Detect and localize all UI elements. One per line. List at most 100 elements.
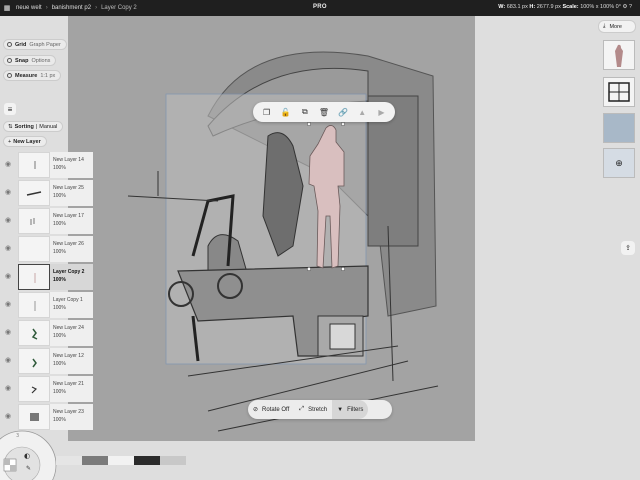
scale-label: Scale:	[562, 4, 579, 10]
more-label: More	[609, 23, 622, 30]
grid-toggle[interactable]: Grid Graph Paper	[3, 39, 67, 50]
flip-vertical-icon[interactable]: ▲	[355, 108, 369, 117]
layer-thumbnail[interactable]	[18, 180, 50, 206]
grid-icon[interactable]: ▦	[0, 0, 14, 16]
stretch-icon: ⤢	[299, 406, 305, 412]
sorting-toggle[interactable]: ⇅ Sorting | Manual	[3, 121, 63, 132]
add-reference-button[interactable]: ⊕	[603, 148, 635, 178]
brush-wheel-icon[interactable]: ◐ ✎ 3	[0, 425, 60, 480]
layer-row[interactable]: ◉ New Layer 26 100%	[3, 235, 93, 263]
download-icon: ⤓	[603, 23, 606, 29]
layer-name: New Layer 25	[53, 185, 84, 191]
layer-name: New Layer 21	[53, 381, 84, 387]
measure-label: Measure	[15, 72, 38, 79]
trash-icon[interactable]: 🗑	[317, 108, 331, 117]
swatch[interactable]	[56, 456, 82, 465]
stretch-toggle[interactable]: ⤢ Stretch	[294, 400, 332, 419]
layer-row[interactable]: ◉ New Layer 24 100%	[3, 319, 93, 347]
layer-row[interactable]: ◉ Layer Copy 1 100%	[3, 291, 93, 319]
eye-icon[interactable]: ◉	[5, 384, 11, 392]
layer-info[interactable]: New Layer 14 100%	[50, 152, 93, 178]
swatch[interactable]	[108, 456, 134, 465]
snap-toggle[interactable]: Snap Options	[3, 55, 57, 66]
measure-sub: 1:1 px	[40, 72, 56, 79]
layers-list: ◉ New Layer 14 100% ◉ New Layer 25 100% ◉ …	[3, 151, 93, 431]
layer-name: New Layer 12	[53, 353, 84, 359]
layer-info[interactable]: New Layer 24 100%	[50, 320, 93, 346]
reference-thumbnail[interactable]	[603, 77, 635, 107]
layer-row-active[interactable]: ◉ Layer Copy 2 100%	[3, 263, 93, 291]
unlock-icon[interactable]: 🔓	[279, 108, 293, 117]
layer-thumbnail[interactable]	[18, 236, 50, 262]
eye-icon[interactable]: ◉	[5, 356, 11, 364]
link-icon[interactable]: 🔗	[336, 108, 350, 117]
tool-wheel[interactable]: ◐ ✎ 3	[0, 425, 60, 480]
copy-icon[interactable]: ⧉	[298, 107, 312, 117]
breadcrumb-document[interactable]: banishment p2	[52, 5, 91, 11]
eye-icon[interactable]: ◉	[5, 300, 11, 308]
share-icon[interactable]: ⇪	[621, 241, 635, 255]
duplicate-icon[interactable]: ❐	[260, 108, 274, 117]
sort-icon: ⇅	[8, 123, 13, 130]
canvas[interactable]	[68, 16, 475, 441]
filter-icon: ▼	[337, 406, 344, 413]
snap-sub: Options	[31, 57, 51, 64]
width-label: W:	[498, 4, 506, 10]
measure-toggle-indicator	[7, 73, 12, 78]
layer-info[interactable]: Layer Copy 1 100%	[50, 292, 93, 318]
eye-icon[interactable]: ◉	[5, 160, 11, 168]
reference-thumbnail[interactable]	[603, 40, 635, 70]
eye-icon[interactable]: ◉	[5, 328, 11, 336]
layer-opacity: 100%	[53, 305, 66, 311]
layer-thumbnail[interactable]	[18, 348, 50, 374]
scale-value: 100% x 100%	[580, 4, 615, 10]
reference-thumbnail[interactable]	[603, 113, 635, 143]
swatch[interactable]	[160, 456, 186, 465]
swatch[interactable]	[134, 456, 160, 465]
selection-toolbar: ❐ 🔓 ⧉ 🗑 🔗 ▲ ▶	[253, 102, 395, 122]
layer-row[interactable]: ◉ New Layer 17 100%	[3, 207, 93, 235]
layer-thumbnail[interactable]	[18, 292, 50, 318]
eye-icon[interactable]: ◉	[5, 244, 11, 252]
layer-name: New Layer 17	[53, 213, 84, 219]
sort-divider: |	[35, 123, 38, 130]
layer-opacity: 100%	[53, 361, 66, 367]
layer-thumbnail[interactable]	[18, 152, 50, 178]
new-layer-button[interactable]: + New Layer	[3, 136, 47, 147]
layer-name: New Layer 24	[53, 325, 84, 331]
layer-thumbnail[interactable]	[18, 264, 50, 290]
layer-row[interactable]: ◉ New Layer 12 100%	[3, 347, 93, 375]
layer-info[interactable]: New Layer 26 100%	[50, 236, 93, 262]
eye-icon[interactable]: ◉	[5, 188, 11, 196]
layer-name: Layer Copy 1	[53, 297, 83, 303]
eye-icon[interactable]: ◉	[5, 412, 11, 420]
layer-info[interactable]: New Layer 21 100%	[50, 376, 93, 402]
layer-row[interactable]: ◉ New Layer 25 100%	[3, 179, 93, 207]
layer-info[interactable]: Layer Copy 2 100%	[50, 264, 93, 290]
layer-thumbnail[interactable]	[18, 320, 50, 346]
rotate-toggle[interactable]: ⊘ Rotate Off	[248, 400, 294, 419]
more-button[interactable]: ⤓ More	[598, 20, 636, 33]
layer-thumbnail[interactable]	[18, 208, 50, 234]
gear-icon[interactable]: ⚙	[622, 4, 627, 10]
layer-row[interactable]: ◉ New Layer 21 100%	[3, 375, 93, 403]
layer-thumbnail[interactable]	[18, 376, 50, 402]
breadcrumb-separator: ›	[45, 5, 48, 11]
layer-opacity: 100%	[53, 221, 66, 227]
measure-toggle[interactable]: Measure 1:1 px	[3, 70, 62, 81]
layer-name: New Layer 14	[53, 157, 84, 163]
help-icon[interactable]: ?	[629, 4, 632, 10]
breadcrumb-root[interactable]: neue welt	[16, 5, 42, 11]
flip-horizontal-icon[interactable]: ▶	[374, 108, 388, 117]
layer-info[interactable]: New Layer 12 100%	[50, 348, 93, 374]
eye-icon[interactable]: ◉	[5, 216, 11, 224]
layer-info[interactable]: New Layer 17 100%	[50, 208, 93, 234]
hamburger-icon[interactable]: ≡	[4, 103, 16, 115]
filters-button[interactable]: ▼ Filters	[332, 400, 369, 419]
layer-row[interactable]: ◉ New Layer 14 100%	[3, 151, 93, 179]
layer-name: New Layer 26	[53, 241, 84, 247]
swatch[interactable]	[82, 456, 108, 465]
eye-icon[interactable]: ◉	[5, 272, 11, 280]
layer-info[interactable]: New Layer 25 100%	[50, 180, 93, 206]
height-label: H:	[529, 4, 536, 10]
